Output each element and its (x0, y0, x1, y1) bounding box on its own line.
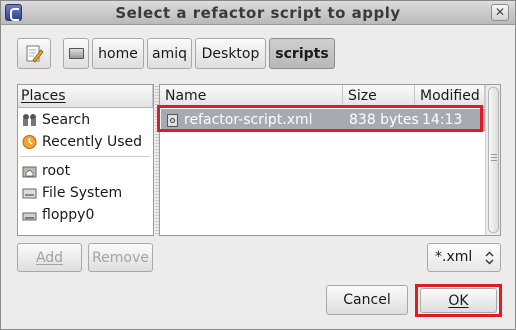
xml-file-icon (167, 114, 178, 127)
sidebar-item-label: File System (42, 185, 123, 201)
file-modified-cell: 14:13 (422, 112, 463, 128)
title-bar[interactable]: Select a refactor script to apply ✕ (1, 1, 515, 25)
table-row[interactable]: refactor-script.xml 838 bytes 14:13 (161, 109, 486, 131)
files-panel: Name Size Modified refactor-script.xml 8… (159, 84, 501, 236)
search-icon (23, 114, 36, 126)
sidebar-item-search[interactable]: Search (18, 109, 152, 131)
window-title: Select a refactor script to apply (115, 4, 401, 22)
file-size-cell: 838 bytes (349, 112, 419, 128)
file-filter-select[interactable]: *.xml (427, 243, 501, 272)
cancel-button[interactable]: Cancel (326, 285, 408, 315)
home-folder-icon (22, 166, 37, 178)
sidebar-item-recently-used[interactable]: Recently Used (18, 131, 152, 153)
breadcrumb-scripts[interactable]: scripts (269, 38, 335, 69)
edit-location-button[interactable] (17, 38, 51, 69)
sidebar-item-label: Search (42, 112, 91, 128)
close-button[interactable]: ✕ (491, 4, 509, 21)
floppy-icon (22, 212, 37, 221)
drive-icon (68, 48, 84, 59)
breadcrumb-desktop[interactable]: Desktop (195, 38, 266, 69)
column-header-modified[interactable]: Modified (415, 85, 485, 108)
sidebar-item-floppy0[interactable]: floppy0 (18, 204, 152, 226)
close-icon: ✕ (494, 5, 506, 19)
path-scroll-left-button[interactable] (63, 38, 89, 69)
recent-icon (22, 135, 37, 149)
sidebar-item-root[interactable]: root (18, 160, 152, 182)
sidebar-item-file-system[interactable]: File System (18, 182, 152, 204)
places-header[interactable]: Places (18, 85, 153, 108)
pencil-paper-icon (26, 45, 44, 63)
sidebar-item-label: root (42, 163, 71, 179)
remove-button[interactable]: Remove (88, 243, 153, 272)
sidebar-item-label: Recently Used (42, 134, 143, 150)
drive-icon (22, 188, 37, 199)
scrollbar-thumb[interactable] (488, 87, 499, 233)
breadcrumb-amiq[interactable]: amiq (147, 38, 192, 69)
breadcrumb-home[interactable]: home (92, 38, 144, 69)
ok-button[interactable]: OK (420, 288, 497, 313)
places-panel: Places Search Recently Used root File Sy… (17, 84, 154, 236)
file-filter-value: *.xml (435, 249, 473, 265)
places-separator (20, 156, 150, 157)
file-chooser-dialog: Select a refactor script to apply ✕ home… (0, 0, 516, 330)
column-header-name[interactable]: Name (160, 85, 343, 108)
files-scrollbar[interactable] (485, 85, 500, 235)
add-button[interactable]: Add (17, 243, 82, 272)
sidebar-item-label: floppy0 (42, 207, 95, 223)
column-header-size[interactable]: Size (343, 85, 415, 108)
file-name-cell: refactor-script.xml (184, 112, 313, 128)
updown-arrows-icon (485, 251, 494, 265)
